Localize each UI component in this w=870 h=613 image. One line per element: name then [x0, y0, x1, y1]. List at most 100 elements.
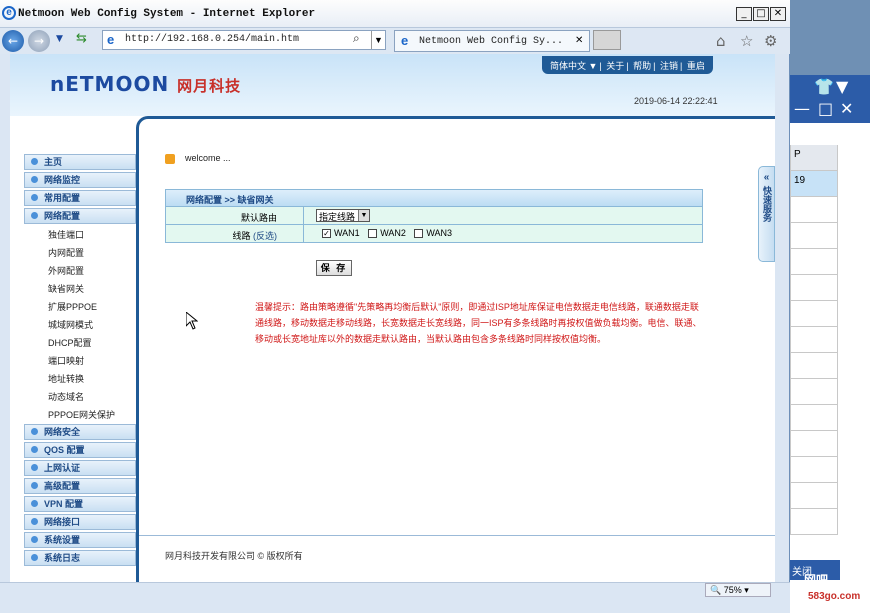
speaker-icon [165, 153, 175, 164]
gear-icon[interactable]: ⚙ [764, 32, 777, 50]
sidebar-item-advanced[interactable]: 高级配置 [24, 478, 136, 494]
sidebar-item-common[interactable]: 常用配置 [24, 190, 136, 206]
search-icon[interactable]: ⌕ [353, 31, 360, 46]
address-bar[interactable]: e http://192.168.0.254/main.htm ⌕ ▼ [102, 30, 386, 50]
hint-text: 温馨提示：路由策略遵循"先策略再均衡后默认"原则，即通过ISP地址库保证电信数据… [255, 302, 702, 344]
bullet-icon [31, 446, 38, 453]
sidebar-subitem[interactable]: 端口映射 [24, 352, 136, 370]
default-route-select[interactable]: 指定线路 ▼ [316, 209, 370, 222]
navigation-bar: ← → ▼ ⇆ e http://192.168.0.254/main.htm … [0, 28, 790, 54]
about-link[interactable]: 关于 [606, 61, 624, 71]
wan3-checkbox[interactable] [414, 229, 424, 239]
save-button[interactable]: 保 存 [316, 260, 352, 276]
watermark: 网吧 583go.com [804, 573, 861, 602]
line-checkboxes: ✓ WAN1 WAN2 WAN3 [322, 228, 453, 239]
mouse-cursor [186, 312, 198, 330]
wan1-checkbox[interactable]: ✓ [322, 229, 331, 239]
maximize-button[interactable]: □ [753, 7, 769, 21]
bullet-icon [31, 158, 38, 165]
table-cell: 19 [791, 171, 838, 197]
sidebar-subitem[interactable]: PPPOE网关保护 [24, 406, 136, 424]
page-header: nETMOON 网月科技 简体中文 ▼ | 关于 | 帮助 | 注销 | 重启 2019… [10, 54, 775, 116]
wan2-checkbox[interactable] [368, 229, 378, 239]
sidebar-subitem[interactable]: 城域网模式 [24, 316, 136, 334]
double-chevron-left-icon: « [763, 172, 770, 183]
address-url: http://192.168.0.254/main.htm [125, 34, 300, 45]
minimize-icon[interactable]: — [794, 99, 810, 118]
bullet-icon [31, 500, 38, 507]
close-tab-icon[interactable]: ✕ [575, 35, 583, 46]
bullet-icon [31, 518, 38, 525]
sidebar-subitem[interactable]: 外网配置 [24, 262, 136, 280]
sidebar-item-interface[interactable]: 网络接口 [24, 514, 136, 530]
sidebar-subitem[interactable]: 扩展PPPOE [24, 298, 136, 316]
help-link[interactable]: 帮助 [633, 61, 651, 71]
breadcrumb: 网络配置 >> 缺省网关 [166, 190, 702, 206]
chevron-down-icon[interactable]: ▼ [836, 77, 848, 96]
browser-tab[interactable]: e Netmoon Web Config Sy... ✕ [394, 30, 590, 52]
bullet-icon [31, 536, 38, 543]
sidebar-item-monitor[interactable]: 网络监控 [24, 172, 136, 188]
sidebar-item-security[interactable]: 网络安全 [24, 424, 136, 440]
reboot-link[interactable]: 重启 [687, 61, 705, 71]
sidebar-subitem[interactable]: DHCP配置 [24, 334, 136, 352]
bullet-icon [31, 212, 38, 219]
home-icon[interactable]: ⌂ [716, 32, 726, 50]
window-title: Netmoon Web Config System - Internet Exp… [18, 8, 316, 20]
ie-tab-icon: e [401, 33, 409, 48]
netmoon-logo: nETMOON 网月科技 [50, 72, 242, 96]
browser-window: e Netmoon Web Config System - Internet E… [0, 0, 790, 613]
forward-button[interactable]: → [28, 30, 50, 52]
top-menu: 简体中文 ▼ | 关于 | 帮助 | 注销 | 重启 [542, 56, 713, 74]
sidebar-item-home[interactable]: 主页 [24, 154, 136, 170]
browser-titlebar: e Netmoon Web Config System - Internet E… [0, 0, 790, 28]
sidebar-item-vpn[interactable]: VPN 配置 [24, 496, 136, 512]
maximize-icon[interactable]: □ [818, 99, 833, 118]
background-window-titlebar: 👕 ▼ — □ ✕ [790, 75, 870, 123]
sidebar-menu: 主页 网络监控 常用配置 网络配置 独佳端口 内网配置 外网配置 缺省网关 扩展… [24, 154, 136, 568]
new-tab-button[interactable] [593, 30, 621, 50]
dropdown-icon[interactable]: ▼ [56, 34, 63, 44]
sidebar-item-system[interactable]: 系统设置 [24, 532, 136, 548]
ie-icon: e [2, 6, 16, 20]
bullet-icon [31, 482, 38, 489]
chevron-down-icon[interactable]: ▼ [371, 31, 385, 49]
bullet-icon [31, 554, 38, 561]
sidebar-subitem[interactable]: 缺省网关 [24, 280, 136, 298]
bullet-icon [31, 464, 38, 471]
status-bar: 🔍 75% ▾ [0, 582, 790, 613]
tab-title: Netmoon Web Config Sy... [419, 36, 564, 47]
sidebar-item-log[interactable]: 系统日志 [24, 550, 136, 566]
sidebar-item-network[interactable]: 网络配置 [24, 208, 136, 224]
quick-service-tab[interactable]: « 快速服务 [758, 166, 775, 262]
bullet-icon [31, 428, 38, 435]
sidebar-subitem[interactable]: 独佳端口 [24, 226, 136, 244]
compatibility-icon[interactable]: ⇆ [76, 31, 87, 46]
zoom-icon: 🔍 [710, 585, 724, 595]
gateway-panel: 网络配置 >> 缺省网关 默认路由 指定线路 ▼ 线路 (反选) ✓ WAN1 WA… [165, 189, 703, 243]
copyright: 网月科技开发有限公司 © 版权所有 [165, 551, 303, 561]
language-select[interactable]: 简体中文 ▼ [550, 61, 597, 71]
sidebar-subitem[interactable]: 动态域名 [24, 388, 136, 406]
default-route-row: 默认路由 指定线路 ▼ [166, 206, 702, 224]
line-label: 线路 (反选) [166, 225, 304, 242]
close-icon[interactable]: ✕ [840, 99, 853, 118]
back-button[interactable]: ← [2, 30, 24, 52]
welcome-text: welcome ... [165, 153, 231, 164]
sidebar-item-auth[interactable]: 上网认证 [24, 460, 136, 476]
invert-selection-link[interactable]: (反选) [253, 231, 277, 241]
footer-divider [139, 535, 775, 536]
zoom-control[interactable]: 🔍 75% ▾ [705, 583, 771, 597]
sidebar-subitem[interactable]: 地址转换 [24, 370, 136, 388]
favorites-icon[interactable]: ☆ [740, 32, 753, 50]
sidebar-item-qos[interactable]: QOS 配置 [24, 442, 136, 458]
system-datetime: 2019-06-14 22:22:41 [634, 96, 718, 106]
table-header-cell: P [791, 145, 838, 171]
background-window: 👕 ▼ — □ ✕ P 19 关闭 [790, 75, 870, 613]
background-table: P 19 [790, 145, 838, 535]
minimize-button[interactable]: _ [736, 7, 752, 21]
sidebar-subitem[interactable]: 内网配置 [24, 244, 136, 262]
close-button[interactable]: ✕ [770, 7, 786, 21]
logout-link[interactable]: 注销 [660, 61, 678, 71]
chevron-down-icon: ▼ [358, 210, 369, 221]
